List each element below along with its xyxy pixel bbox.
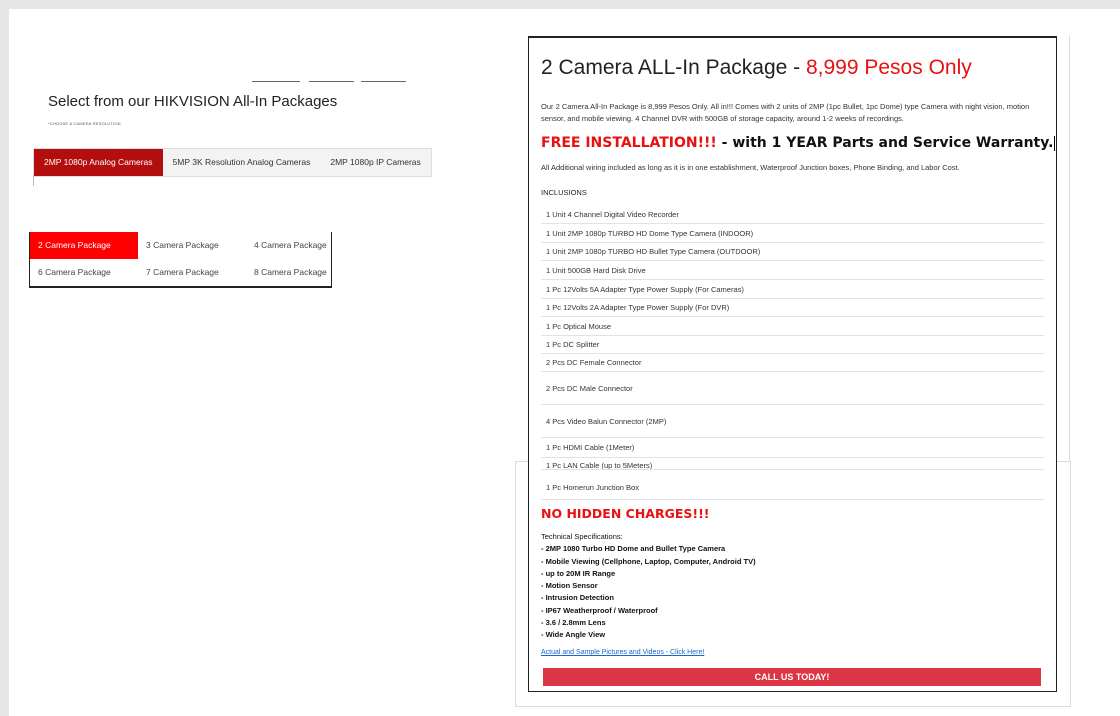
package-description: Our 2 Camera All-In Package is 8,999 Pes… — [541, 102, 1030, 123]
page-background: Select from our HIKVISION All-In Package… — [9, 9, 1120, 716]
tab-2-camera-package[interactable]: 2 Camera Package — [30, 232, 138, 259]
inclusion-item: 2 Pcs DC Female Connector — [541, 354, 1044, 372]
inclusion-item: 1 Pc Optical Mouse — [541, 317, 1044, 336]
technical-specifications: Technical Specifications: - 2MP 1080 Tur… — [541, 531, 756, 642]
inclusions-label: INCLUSIONS — [541, 188, 587, 197]
section-title: Select from our HIKVISION All-In Package… — [48, 93, 338, 110]
tab-3-camera-package[interactable]: 3 Camera Package — [138, 232, 246, 259]
free-installation-label: FREE INSTALLATION!!! — [541, 135, 717, 151]
text-cursor — [1054, 135, 1056, 151]
divider — [252, 81, 300, 82]
spec-item: - Motion Sensor — [541, 581, 598, 591]
package-heading-text: 2 Camera ALL-In Package - — [541, 56, 806, 79]
tab-6-camera-package[interactable]: 6 Camera Package — [30, 259, 138, 286]
tab-8-camera-package[interactable]: 8 Camera Package — [246, 259, 331, 286]
tab-2mp-analog[interactable]: 2MP 1080p Analog Cameras — [34, 149, 163, 176]
inclusion-item: 1 Pc DC Splitter — [541, 336, 1044, 354]
divider — [309, 81, 354, 82]
resolution-tabs: 2MP 1080p Analog Cameras 5MP 3K Resoluti… — [33, 148, 432, 177]
spec-item: - up to 20M IR Range — [541, 568, 616, 578]
inclusion-item: 1 Unit 500GB Hard Disk Drive — [541, 261, 1044, 280]
free-installation-banner: FREE INSTALLATION!!! - with 1 YEAR Parts… — [541, 135, 1056, 151]
inclusion-item: 1 Unit 2MP 1080p TURBO HD Dome Type Came… — [541, 224, 1044, 243]
resolution-note: *CHOOSE A CAMERA RESOLUTION — [48, 121, 121, 126]
tab-5mp-analog[interactable]: 5MP 3K Resolution Analog Cameras — [163, 149, 321, 176]
divider — [1069, 35, 1070, 461]
warranty-text: - with 1 YEAR Parts and Service Warranty… — [716, 135, 1054, 151]
inclusion-item: 2 Pcs DC Male Connector — [541, 372, 1044, 405]
inclusion-item: 4 Pcs Video Balun Connector (2MP) — [541, 405, 1044, 438]
tab-2mp-ip[interactable]: 2MP 1080p IP Cameras — [320, 149, 430, 176]
spec-item: - Mobile Viewing (Cellphone, Laptop, Com… — [541, 556, 756, 566]
call-us-button[interactable]: CALL US TODAY! — [543, 668, 1041, 686]
tab-7-camera-package[interactable]: 7 Camera Package — [138, 259, 246, 286]
inclusion-item: 1 Pc Homerun Junction Box — [541, 478, 1044, 500]
sample-pictures-link[interactable]: Actual and Sample Pictures and Videos - … — [541, 649, 704, 656]
inclusion-item: 1 Pc HDMI Cable (1Meter) — [541, 438, 1044, 458]
divider — [33, 175, 34, 186]
specs-title: Technical Specifications: — [541, 532, 623, 541]
spec-item: - 3.6 / 2.8mm Lens — [541, 618, 606, 628]
spec-item: - IP67 Weatherproof / Waterproof — [541, 605, 658, 615]
inclusion-item: 1 Unit 2MP 1080p TURBO HD Bullet Type Ca… — [541, 243, 1044, 261]
package-heading: 2 Camera ALL-In Package - 8,999 Pesos On… — [541, 56, 972, 80]
inclusion-item: 1 Unit 4 Channel Digital Video Recorder — [541, 205, 1044, 224]
package-card: 2 Camera ALL-In Package - 8,999 Pesos On… — [528, 36, 1057, 692]
no-hidden-charges: NO HIDDEN CHARGES!!! — [541, 506, 710, 521]
package-price: 8,999 Pesos Only — [805, 56, 972, 79]
spec-item: - Intrusion Detection — [541, 593, 614, 603]
tab-4-camera-package[interactable]: 4 Camera Package — [246, 232, 331, 259]
spec-item: - 2MP 1080 Turbo HD Dome and Bullet Type… — [541, 544, 726, 554]
package-tabs: 2 Camera Package 3 Camera Package 4 Came… — [29, 232, 332, 288]
inclusion-item: 1 Pc 12Volts 2A Adapter Type Power Suppl… — [541, 299, 1044, 317]
divider — [361, 81, 406, 82]
inclusion-item: 1 Pc 12Volts 5A Adapter Type Power Suppl… — [541, 280, 1044, 299]
spec-item: - Wide Angle View — [541, 630, 606, 640]
inclusion-item: 1 Pc LAN Cable (up to 5Meters) — [541, 458, 1044, 470]
additional-info: All Additional wiring included as long a… — [541, 163, 960, 172]
